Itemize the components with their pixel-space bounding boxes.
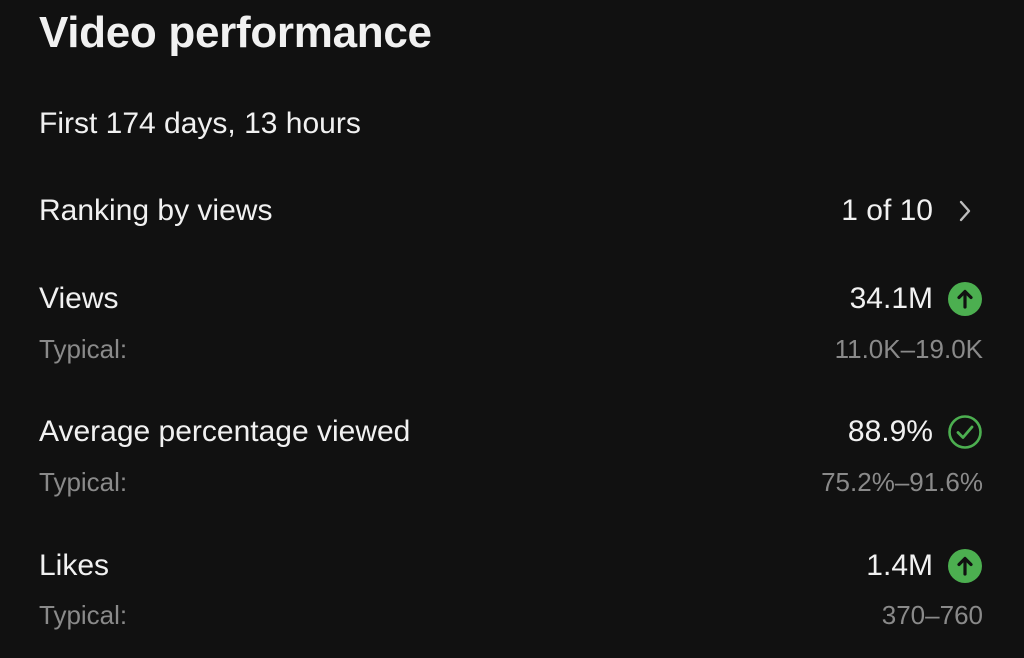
metric-row-views: Views 34.1M: [39, 279, 983, 319]
typical-label: Typical:: [39, 600, 128, 630]
metric-typical-row: Typical: 370–760: [39, 598, 983, 632]
typical-range: 75.2%–91.6%: [821, 467, 983, 497]
typical-label: Typical:: [39, 334, 128, 364]
metric-typical-row: Typical: 11.0K–19.0K: [39, 332, 983, 366]
typical-range: 370–760: [881, 600, 983, 630]
ranking-by-views-row[interactable]: Ranking by views 1 of 10: [39, 191, 983, 231]
metric-value: 88.9%: [847, 415, 933, 448]
typical-range: 11.0K–19.0K: [834, 334, 983, 364]
chevron-right-icon[interactable]: [947, 193, 983, 229]
metric-label: Likes: [39, 549, 110, 582]
metric-row-average-percentage-viewed: Average percentage viewed 88.9%: [39, 412, 983, 452]
check-circle-icon: [947, 414, 983, 450]
page-title: Video performance: [39, 8, 432, 57]
ranking-value: 1 of 10: [841, 194, 933, 227]
metric-value: 1.4M: [866, 549, 933, 582]
arrow-up-circle-icon: [947, 548, 983, 584]
metric-row-likes: Likes 1.4M: [39, 546, 983, 586]
time-period-label: First 174 days, 13 hours: [39, 107, 361, 140]
metric-label: Average percentage viewed: [39, 415, 411, 448]
arrow-up-circle-icon: [947, 281, 983, 317]
metric-value: 34.1M: [849, 282, 933, 315]
typical-label: Typical:: [39, 467, 128, 497]
metric-typical-row: Typical: 75.2%–91.6%: [39, 465, 983, 499]
metric-label: Views: [39, 282, 119, 315]
ranking-label: Ranking by views: [39, 194, 273, 227]
